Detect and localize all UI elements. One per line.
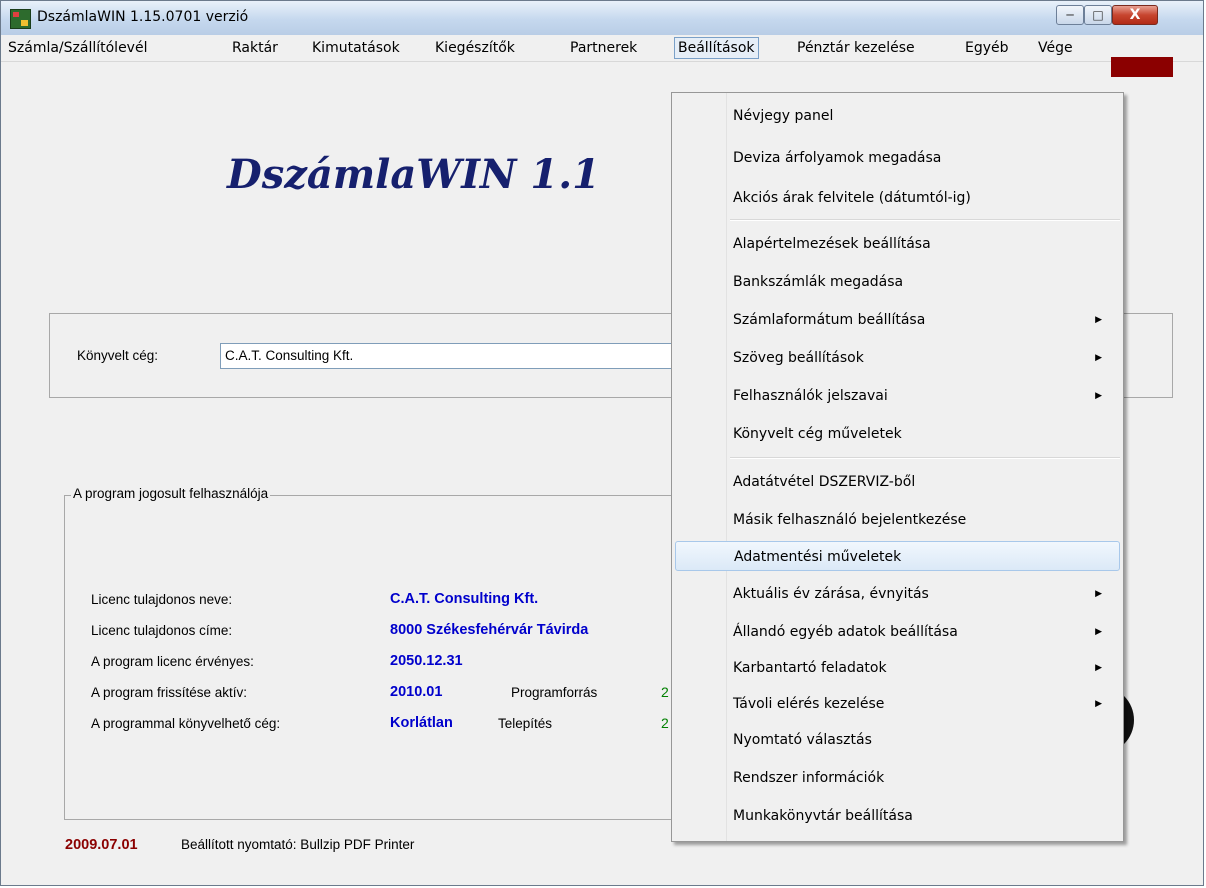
menu-adatatvetel[interactable]: Adatátvétel DSZERVIZ-ből bbox=[675, 467, 1120, 497]
menu-item-label: Munkakönyvtár beállítása bbox=[733, 808, 913, 824]
install-value: 2 bbox=[661, 715, 669, 731]
menu-akcios-arak[interactable]: Akciós árak felvitele (dátumtól-ig) bbox=[675, 183, 1120, 213]
menu-szamla[interactable]: Számla/Szállítólevél bbox=[5, 38, 150, 58]
license-valid-value: 2050.12.31 bbox=[390, 653, 463, 669]
beallitasok-dropdown: Névjegy panel Deviza árfolyamok megadása… bbox=[671, 92, 1124, 842]
maximize-icon: □ bbox=[1092, 8, 1104, 22]
submenu-arrow-icon: ▶ bbox=[1095, 353, 1102, 363]
install-label: Telepítés bbox=[498, 716, 553, 731]
menu-item-label: Akciós árak felvitele (dátumtól-ig) bbox=[733, 190, 971, 206]
submenu-arrow-icon: ▶ bbox=[1095, 627, 1102, 637]
title-bar[interactable]: DszámlaWIN 1.15.0701 verzió ─ □ X bbox=[1, 1, 1203, 35]
company-label: Könyvelt cég: bbox=[77, 348, 159, 363]
app-icon[interactable] bbox=[10, 9, 31, 29]
menu-item-label: Szöveg beállítások bbox=[733, 350, 864, 366]
footer-date: 2009.07.01 bbox=[65, 837, 138, 853]
menu-item-label: Bankszámlák megadása bbox=[733, 274, 904, 290]
menu-nyomtato-valasztas[interactable]: Nyomtató választás bbox=[675, 725, 1120, 755]
company-limit-value: Korlátlan bbox=[390, 715, 453, 731]
license-owner-name-value: C.A.T. Consulting Kft. bbox=[390, 591, 539, 607]
company-select[interactable]: C.A.T. Consulting Kft. bbox=[220, 343, 690, 369]
menu-aktualis-ev-zarasa[interactable]: Aktuális év zárása, évnyitás ▶ bbox=[675, 579, 1120, 609]
menu-tavoli-eleres[interactable]: Távoli elérés kezelése ▶ bbox=[675, 689, 1120, 719]
license-legend: A program jogosult felhasználója bbox=[71, 486, 271, 501]
minimize-icon: ─ bbox=[1066, 8, 1074, 22]
menu-rendszer-informaciok[interactable]: Rendszer információk bbox=[675, 763, 1120, 793]
submenu-arrow-icon: ▶ bbox=[1095, 589, 1102, 599]
menu-item-label: Deviza árfolyamok megadása bbox=[733, 150, 942, 166]
menu-szamlaformatum[interactable]: Számlaformátum beállítása ▶ bbox=[675, 305, 1120, 335]
menu-item-label: Másik felhasználó bejelentkezése bbox=[733, 512, 967, 528]
menu-allando-egyeb-adatok[interactable]: Állandó egyéb adatok beállítása ▶ bbox=[675, 617, 1120, 647]
menu-bankszamlak[interactable]: Bankszámlák megadása bbox=[675, 267, 1120, 297]
menu-masik-felhasznalo[interactable]: Másik felhasználó bejelentkezése bbox=[675, 505, 1120, 535]
menu-vege[interactable]: Vége bbox=[1035, 38, 1076, 58]
menu-item-label: Adatátvétel DSZERVIZ-ből bbox=[733, 474, 916, 490]
app-logo-title: DszámlaWIN 1.1 bbox=[227, 151, 600, 198]
menu-konyvelt-ceg-muveletek[interactable]: Könyvelt cég műveletek bbox=[675, 419, 1120, 449]
menu-item-label: Névjegy panel bbox=[733, 108, 834, 124]
menu-item-label: Állandó egyéb adatok beállítása bbox=[733, 624, 958, 640]
submenu-arrow-icon: ▶ bbox=[1095, 315, 1102, 325]
menu-munkakonyvtar[interactable]: Munkakönyvtár beállítása bbox=[675, 801, 1120, 831]
menu-separator bbox=[730, 457, 1120, 459]
license-owner-address-label: Licenc tulajdonos címe: bbox=[91, 623, 233, 638]
close-icon: X bbox=[1129, 7, 1141, 23]
menu-adatmentesi-muveletek[interactable]: Adatmentési műveletek bbox=[675, 541, 1120, 571]
menu-nevjegy-panel[interactable]: Névjegy panel bbox=[675, 101, 1120, 131]
menu-partnerek[interactable]: Partnerek bbox=[567, 38, 640, 58]
menu-beallitasok[interactable]: Beállítások bbox=[674, 37, 759, 59]
menu-kiegeszitok[interactable]: Kiegészítők bbox=[432, 38, 518, 58]
red-indicator bbox=[1111, 57, 1173, 77]
update-active-label: A program frissítése aktív: bbox=[91, 685, 248, 700]
menu-deviza-arfolyamok[interactable]: Deviza árfolyamok megadása bbox=[675, 143, 1120, 173]
submenu-arrow-icon: ▶ bbox=[1095, 699, 1102, 709]
menu-item-label: Számlaformátum beállítása bbox=[733, 312, 926, 328]
menu-item-label: Aktuális év zárása, évnyitás bbox=[733, 586, 929, 602]
license-owner-address-value: 8000 Székesfehérvár Távirda bbox=[390, 622, 589, 638]
menu-item-label: Nyomtató választás bbox=[733, 732, 872, 748]
minimize-button[interactable]: ─ bbox=[1056, 5, 1084, 25]
license-owner-name-label: Licenc tulajdonos neve: bbox=[91, 592, 233, 607]
menu-bar: Számla/Szállítólevél Raktár Kimutatások … bbox=[1, 35, 1203, 62]
update-active-value: 2010.01 bbox=[390, 684, 443, 700]
menu-alapertelmezesek[interactable]: Alapértelmezések beállítása bbox=[675, 229, 1120, 259]
menu-karbantarto-feladatok[interactable]: Karbantartó feladatok ▶ bbox=[675, 653, 1120, 683]
submenu-arrow-icon: ▶ bbox=[1095, 391, 1102, 401]
menu-item-label: Felhasználók jelszavai bbox=[733, 388, 888, 404]
menu-szoveg-beallitasok[interactable]: Szöveg beállítások ▶ bbox=[675, 343, 1120, 373]
license-valid-label: A program licenc érvényes: bbox=[91, 654, 254, 669]
menu-item-label: Adatmentési műveletek bbox=[734, 549, 902, 565]
menu-separator bbox=[730, 219, 1120, 221]
menu-item-label: Alapértelmezések beállítása bbox=[733, 236, 931, 252]
close-button[interactable]: X bbox=[1112, 5, 1158, 25]
program-source-label: Programforrás bbox=[511, 685, 598, 700]
menu-kimutatasok[interactable]: Kimutatások bbox=[309, 38, 403, 58]
menu-raktar[interactable]: Raktár bbox=[229, 38, 281, 58]
menu-egyeb[interactable]: Egyéb bbox=[962, 38, 1012, 58]
menu-item-label: Rendszer információk bbox=[733, 770, 885, 786]
menu-item-label: Távoli elérés kezelése bbox=[733, 696, 885, 712]
maximize-button[interactable]: □ bbox=[1084, 5, 1112, 25]
submenu-arrow-icon: ▶ bbox=[1095, 663, 1102, 673]
footer-printer: Beállított nyomtató: Bullzip PDF Printer bbox=[181, 837, 415, 852]
menu-penztar[interactable]: Pénztár kezelése bbox=[794, 38, 918, 58]
menu-felhasznalok-jelszavai[interactable]: Felhasználók jelszavai ▶ bbox=[675, 381, 1120, 411]
window-title: DszámlaWIN 1.15.0701 verzió bbox=[37, 9, 249, 25]
menu-item-label: Karbantartó feladatok bbox=[733, 660, 887, 676]
menu-item-label: Könyvelt cég műveletek bbox=[733, 426, 902, 442]
program-source-value: 2 bbox=[661, 684, 669, 700]
company-limit-label: A programmal könyvelhető cég: bbox=[91, 716, 281, 731]
